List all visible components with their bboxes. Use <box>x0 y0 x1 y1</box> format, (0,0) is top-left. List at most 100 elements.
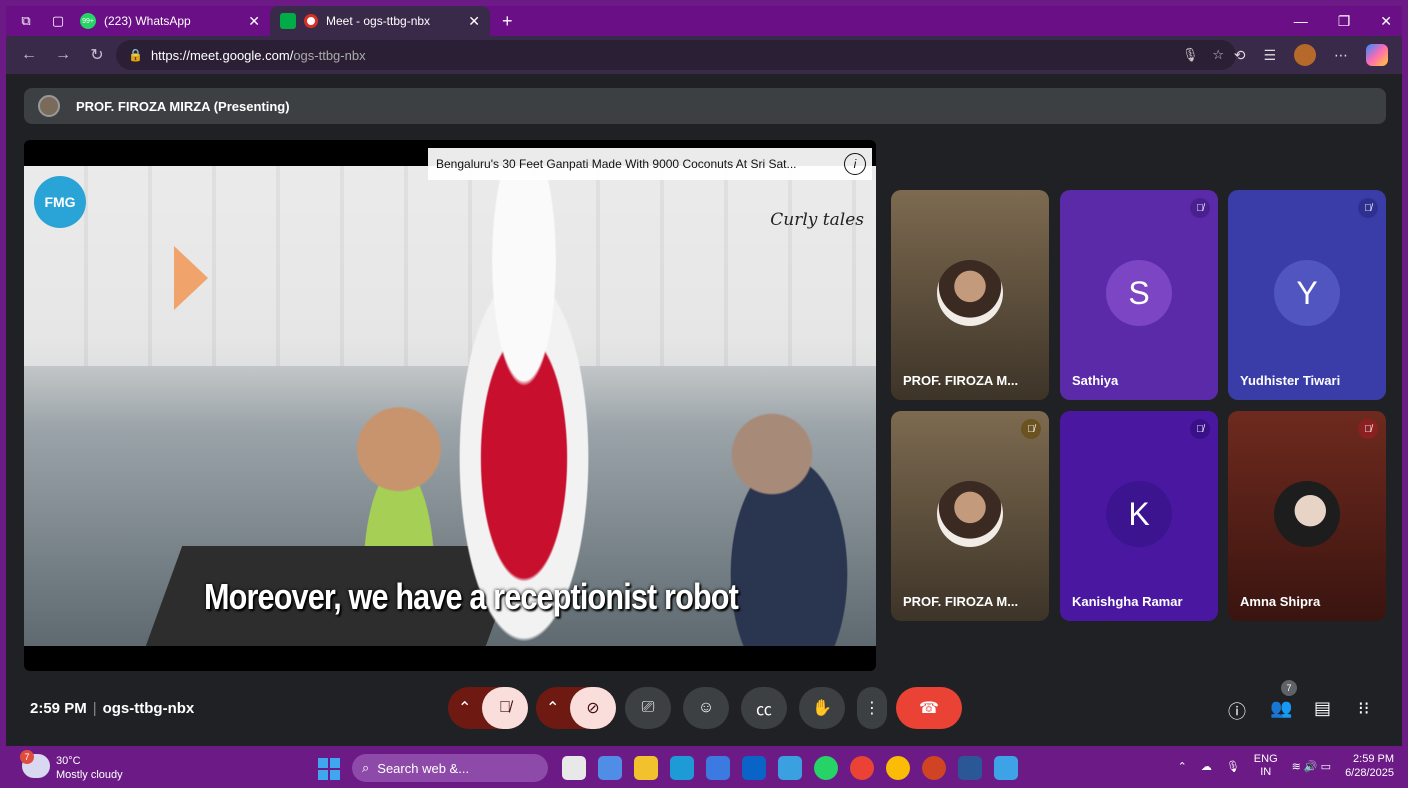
tray-mic-icon[interactable]: 🎙 <box>1226 760 1240 773</box>
people-count-badge: 7 <box>1281 680 1297 696</box>
tab-actions-icon[interactable]: ▢ <box>46 9 70 33</box>
pinned-apps <box>562 756 1018 780</box>
meeting-details-icon[interactable]: ⓘ <box>1228 698 1246 724</box>
channel-logo: FMG <box>34 176 86 228</box>
refresh-icon[interactable]: ↻ <box>86 45 108 65</box>
recording-icon <box>304 14 318 28</box>
forward-icon[interactable]: → <box>52 46 74 64</box>
weather-badge: 7 <box>20 750 34 764</box>
weather-desc: Mostly cloudy <box>56 769 123 781</box>
mic-off-button[interactable]: 🎙̸ <box>482 687 528 729</box>
browser-toolbar-right: ⟲ ☰ ⋯ <box>1234 44 1388 66</box>
muted-mic-icon: 🎙̸ <box>1190 198 1210 218</box>
present-screen-button[interactable]: ⎚ <box>625 687 671 729</box>
tab-label: (223) WhatsApp <box>104 14 191 28</box>
mic-options-chevron-icon[interactable]: ⌃ <box>458 698 471 718</box>
presenter-label: PROF. FIROZA MIRZA (Presenting) <box>76 98 290 114</box>
network-volume-battery-icons[interactable]: ≋ 🔊 ▭ <box>1292 760 1331 773</box>
camera-off-button[interactable]: ⊘ <box>570 687 616 729</box>
whatsapp-icon: 99+ <box>80 13 96 29</box>
chat-icon[interactable]: ▤ <box>1314 698 1331 719</box>
activities-icon[interactable]: ⁝⁝ <box>1358 698 1369 719</box>
window-controls: — ❐ ✕ <box>1294 6 1392 36</box>
extensions-icon[interactable]: ⟲ <box>1234 47 1246 64</box>
search-icon: ⌕ <box>362 760 370 775</box>
participant-initial: K <box>1106 481 1172 547</box>
onedrive-icon[interactable]: ☁ <box>1201 760 1212 773</box>
captions-button[interactable]: ㏄ <box>741 687 787 729</box>
task-view-icon[interactable] <box>562 756 586 780</box>
tray-overflow-icon[interactable]: ⌃ <box>1178 760 1187 773</box>
meet-icon <box>280 13 296 29</box>
mic-search-icon[interactable]: 🎙 <box>1182 47 1199 63</box>
participant-name: PROF. FIROZA M... <box>903 594 1019 609</box>
presenter-banner: PROF. FIROZA MIRZA (Presenting) <box>24 88 1386 124</box>
file-explorer-icon[interactable] <box>634 756 658 780</box>
participant-photo <box>937 481 1003 547</box>
taskbar-clock[interactable]: 2:59 PM 6/28/2025 <box>1345 752 1394 780</box>
close-tab-icon[interactable]: ✕ <box>248 13 260 30</box>
participant-tile[interactable]: 🎙̸ S Sathiya <box>1060 190 1218 400</box>
participant-name: Sathiya <box>1072 373 1119 388</box>
close-tab-icon[interactable]: ✕ <box>468 13 480 30</box>
browser-tab-bar: ⧉ ▢ 99+ (223) WhatsApp ✕ Meet - ogs-ttbg… <box>6 6 1402 36</box>
photos-icon[interactable] <box>778 756 802 780</box>
mic-control-group: ⌃ 🎙̸ <box>448 687 528 729</box>
notepad-icon[interactable] <box>994 756 1018 780</box>
participant-photo <box>937 260 1003 326</box>
leave-call-button[interactable]: ☎ <box>896 687 962 729</box>
favorite-star-icon[interactable]: ☆ <box>1212 47 1224 63</box>
weather-widget[interactable]: 7 30°C Mostly cloudy <box>20 750 123 782</box>
muted-mic-icon: 🎙̸ <box>1190 419 1210 439</box>
camera-options-chevron-icon[interactable]: ⌃ <box>546 698 559 718</box>
participant-tile[interactable]: 🎙̸ Amna Shipra <box>1228 411 1386 621</box>
tab-meet[interactable]: Meet - ogs-ttbg-nbx ✕ <box>270 6 490 36</box>
participant-tile[interactable]: 🎙̸ K Kanishgha Ramar <box>1060 411 1218 621</box>
copilot-icon[interactable] <box>1366 44 1388 66</box>
favorites-icon[interactable]: ☰ <box>1263 47 1276 64</box>
tab-whatsapp[interactable]: 99+ (223) WhatsApp ✕ <box>70 6 270 36</box>
new-tab-icon[interactable]: + <box>502 11 513 32</box>
address-bar-row: ← → ↻ 🔒 https://meet.google.com/ogs-ttbg… <box>6 36 1402 74</box>
powerpoint-icon[interactable] <box>922 756 946 780</box>
start-button[interactable] <box>318 758 340 780</box>
site-info-icon[interactable]: 🔒 <box>128 48 143 62</box>
workspaces-icon[interactable]: ⧉ <box>14 9 38 33</box>
minimize-icon[interactable]: — <box>1294 13 1308 29</box>
close-window-icon[interactable]: ✕ <box>1380 13 1392 30</box>
url-input[interactable]: 🔒 https://meet.google.com/ogs-ttbg-nbx 🎙… <box>116 40 1236 70</box>
people-icon[interactable]: 👥 <box>1270 698 1292 719</box>
taskbar-search[interactable]: ⌕ Search web &... <box>352 754 548 782</box>
reactions-button[interactable]: ☺ <box>683 687 729 729</box>
back-icon[interactable]: ← <box>18 46 40 64</box>
meeting-code: ogs-ttbg-nbx <box>102 700 195 717</box>
language-indicator[interactable]: ENG IN <box>1254 753 1278 779</box>
chrome-profile-icon[interactable] <box>886 756 910 780</box>
more-menu-icon[interactable]: ⋯ <box>1334 47 1348 64</box>
copilot-app-icon[interactable] <box>598 756 622 780</box>
muted-mic-icon: 🎙̸ <box>1021 419 1041 439</box>
participant-tile[interactable]: PROF. FIROZA M... <box>891 190 1049 400</box>
word-icon[interactable] <box>958 756 982 780</box>
store-icon[interactable] <box>706 756 730 780</box>
outlook-icon[interactable] <box>742 756 766 780</box>
whatsapp-app-icon[interactable] <box>814 756 838 780</box>
profile-avatar[interactable] <box>1294 44 1316 66</box>
participant-tile[interactable]: 🎙̸ Y Yudhister Tiwari <box>1228 190 1386 400</box>
participant-initial: S <box>1106 260 1172 326</box>
shared-video: FMG Curly tales Moreover, we have a rece… <box>24 166 876 646</box>
participant-name: Yudhister Tiwari <box>1240 373 1341 388</box>
participant-tile[interactable]: 🎙̸ PROF. FIROZA M... <box>891 411 1049 621</box>
info-icon[interactable]: i <box>844 153 866 175</box>
edge-icon[interactable] <box>670 756 694 780</box>
cloud-icon: 7 <box>20 750 50 778</box>
chrome-icon[interactable] <box>850 756 874 780</box>
restore-icon[interactable]: ❐ <box>1338 13 1351 30</box>
wall-decoration <box>174 246 208 310</box>
windows-taskbar: 7 30°C Mostly cloudy ⌕ Search web &... ⌃… <box>0 748 1408 788</box>
participant-photo <box>1274 481 1340 547</box>
muted-mic-icon: 🎙̸ <box>1358 198 1378 218</box>
more-options-button[interactable]: ⋮ <box>857 687 887 729</box>
muted-mic-icon: 🎙̸ <box>1358 419 1378 439</box>
raise-hand-button[interactable]: ✋ <box>799 687 845 729</box>
